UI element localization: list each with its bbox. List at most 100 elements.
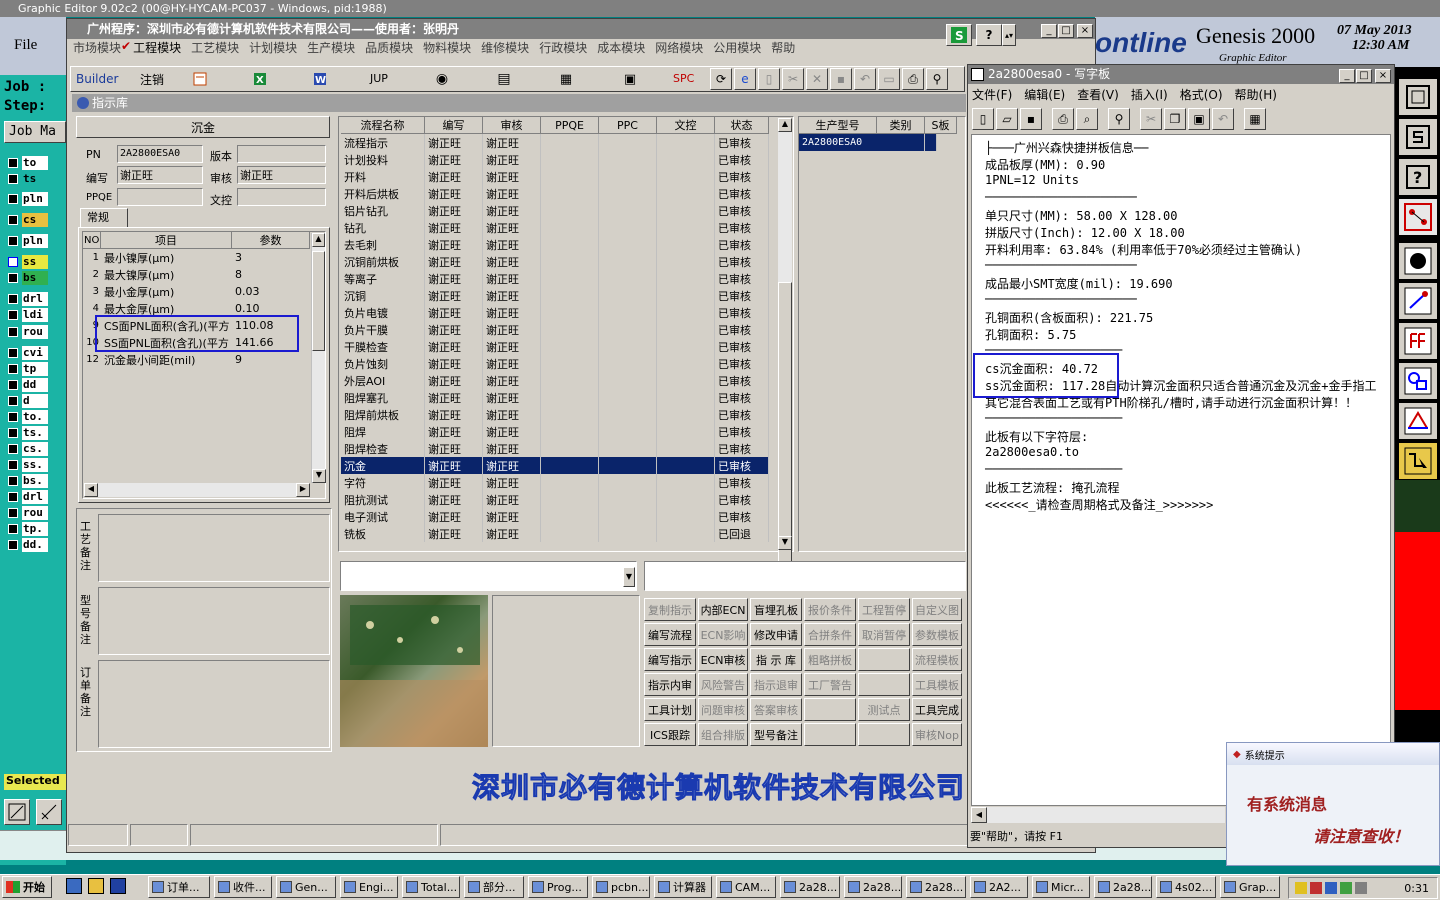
flow-row[interactable]: 阻抗测试 谢正旺 谢正旺 已审核: [341, 491, 793, 508]
wp-undo-button[interactable]: ↶: [1212, 108, 1234, 130]
builder-button[interactable]: Builder: [76, 72, 118, 86]
wp-find-button[interactable]: ⚲: [1108, 108, 1130, 130]
tool-pad[interactable]: [1398, 242, 1438, 280]
taskbar-item[interactable]: 收件...: [214, 876, 272, 898]
layer-checkbox[interactable]: [8, 193, 18, 204]
preview-button[interactable]: ▭: [878, 68, 900, 90]
tray-icon-3[interactable]: [1325, 882, 1337, 894]
ge-job-manager[interactable]: Job Ma: [4, 121, 66, 143]
flow-row[interactable]: 流程指示 谢正旺 谢正旺 已审核: [341, 134, 793, 151]
action-button[interactable]: 复制指示: [644, 598, 696, 621]
close-button[interactable]: ×: [1077, 24, 1093, 38]
wp-menu-item[interactable]: 文件(F): [972, 86, 1012, 104]
wp-close-button[interactable]: ×: [1375, 69, 1391, 83]
wp-copy-button[interactable]: ❐: [1164, 108, 1186, 130]
layer-checkbox[interactable]: [8, 293, 18, 304]
spin-button[interactable]: ▴▾: [1002, 24, 1016, 46]
layer-checkbox[interactable]: [8, 475, 18, 486]
tool-arc[interactable]: [1398, 402, 1438, 440]
tool-line[interactable]: [1398, 282, 1438, 320]
tray-icon-2[interactable]: [1310, 882, 1322, 894]
wp-open-button[interactable]: ▱: [996, 108, 1018, 130]
taskbar-item[interactable]: CAM...: [716, 876, 776, 898]
flow-row[interactable]: 负片干膜 谢正旺 谢正旺 已审核: [341, 321, 793, 338]
view-button[interactable]: ◉: [432, 69, 452, 89]
layer-checkbox[interactable]: [8, 214, 18, 225]
refresh-button[interactable]: ⟳: [710, 68, 732, 90]
action-button[interactable]: 工具计划: [644, 698, 696, 721]
action-button[interactable]: ICS跟踪: [644, 723, 696, 746]
note-order-field[interactable]: [98, 660, 330, 748]
action-button[interactable]: 流程模板: [912, 648, 962, 671]
erp-menu-item[interactable]: 维修模块: [481, 39, 529, 57]
action-button[interactable]: 型号备注: [750, 723, 802, 746]
wp-datetime-button[interactable]: ▦: [1244, 108, 1266, 130]
cut-button[interactable]: ✂: [782, 68, 804, 90]
wp-maximize-button[interactable]: □: [1356, 69, 1372, 83]
wp-menu-item[interactable]: 查看(V): [1077, 86, 1119, 104]
flow-row[interactable]: 负片蚀刻 谢正旺 谢正旺 已审核: [341, 355, 793, 372]
wp-print-button[interactable]: ⎙: [1052, 108, 1074, 130]
show-desktop-icon[interactable]: [66, 878, 82, 894]
layer-row[interactable]: cs: [8, 212, 66, 227]
undo-button[interactable]: ↶: [854, 68, 876, 90]
wp-scroll-left[interactable]: ◀: [971, 807, 987, 823]
find-button[interactable]: ⚲: [926, 68, 948, 90]
layer-row[interactable]: drl: [8, 291, 66, 306]
erp-menu-item[interactable]: 物料模块: [423, 39, 471, 57]
param-hscroll[interactable]: ◀ ▶: [84, 483, 310, 497]
action-button[interactable]: 编写指示: [644, 648, 696, 671]
maximize-button[interactable]: □: [1058, 24, 1074, 38]
filter-combo-2[interactable]: [644, 561, 966, 591]
flow-row[interactable]: 沉铜 谢正旺 谢正旺 已审核: [341, 287, 793, 304]
flow-row[interactable]: 计划投料 谢正旺 谢正旺 已审核: [341, 151, 793, 168]
layer-row[interactable]: dd.: [8, 537, 66, 552]
layer-row[interactable]: ts.: [8, 425, 66, 440]
flow-row[interactable]: 去毛刺 谢正旺 谢正旺 已审核: [341, 236, 793, 253]
layer-row[interactable]: bs: [8, 270, 66, 285]
scroll-down-arrow[interactable]: ▼: [312, 469, 326, 483]
tray-icon-5[interactable]: [1355, 882, 1367, 894]
scroll-left-arrow[interactable]: ◀: [84, 483, 98, 497]
taskbar-item[interactable]: Micr...: [1032, 876, 1090, 898]
tool-window[interactable]: [1398, 78, 1438, 116]
taskbar-item[interactable]: Engi...: [340, 876, 398, 898]
flow-row[interactable]: 电子测试 谢正旺 谢正旺 已审核: [341, 508, 793, 525]
flow-row[interactable]: 开料后烘板 谢正旺 谢正旺 已审核: [341, 185, 793, 202]
layer-row[interactable]: ss: [8, 254, 66, 269]
action-button[interactable]: 指示内审: [644, 673, 696, 696]
taskbar-item[interactable]: 2a28...: [780, 876, 840, 898]
layer-row[interactable]: pln: [8, 191, 66, 206]
layer-row[interactable]: to: [8, 155, 66, 170]
layer-checkbox[interactable]: [8, 427, 18, 438]
wp-new-button[interactable]: ▯: [972, 108, 994, 130]
delete-button[interactable]: ✕: [806, 68, 828, 90]
action-button[interactable]: ECN影响: [698, 623, 748, 646]
flow-row[interactable]: 铝片钻孔 谢正旺 谢正旺 已审核: [341, 202, 793, 219]
layer-row[interactable]: tp.: [8, 521, 66, 536]
action-button[interactable]: 编写流程: [644, 623, 696, 646]
action-button[interactable]: [858, 673, 910, 696]
flow-row[interactable]: 沉铜前烘板 谢正旺 谢正旺 已审核: [341, 253, 793, 270]
tool-help[interactable]: ?: [1398, 158, 1438, 196]
flow-row[interactable]: 沉金 谢正旺 谢正旺 已审核: [341, 457, 793, 474]
layer-checkbox[interactable]: [8, 326, 18, 337]
wp-menu-item[interactable]: 格式(O): [1180, 86, 1223, 104]
flow-scroll-down[interactable]: ▼: [778, 536, 792, 550]
layer-row[interactable]: cs.: [8, 441, 66, 456]
layer-checkbox[interactable]: [8, 309, 18, 320]
action-button[interactable]: ECN审核: [698, 648, 748, 671]
note-process-field[interactable]: [98, 514, 330, 582]
layer-checkbox[interactable]: [8, 272, 18, 283]
tool-compare[interactable]: [1398, 322, 1438, 360]
layer-row[interactable]: pln: [8, 233, 66, 248]
print-button[interactable]: ⎙: [902, 68, 924, 90]
doc-field[interactable]: [237, 188, 326, 206]
layer-checkbox[interactable]: [8, 443, 18, 454]
erp-menu-item[interactable]: 行政模块: [539, 39, 587, 57]
scroll-thumb[interactable]: [312, 251, 325, 351]
layer-checkbox[interactable]: [8, 395, 18, 406]
wp-minimize-button[interactable]: _: [1339, 69, 1355, 83]
wp-menu-item[interactable]: 帮助(H): [1235, 86, 1277, 104]
measure-tool[interactable]: [36, 799, 62, 825]
